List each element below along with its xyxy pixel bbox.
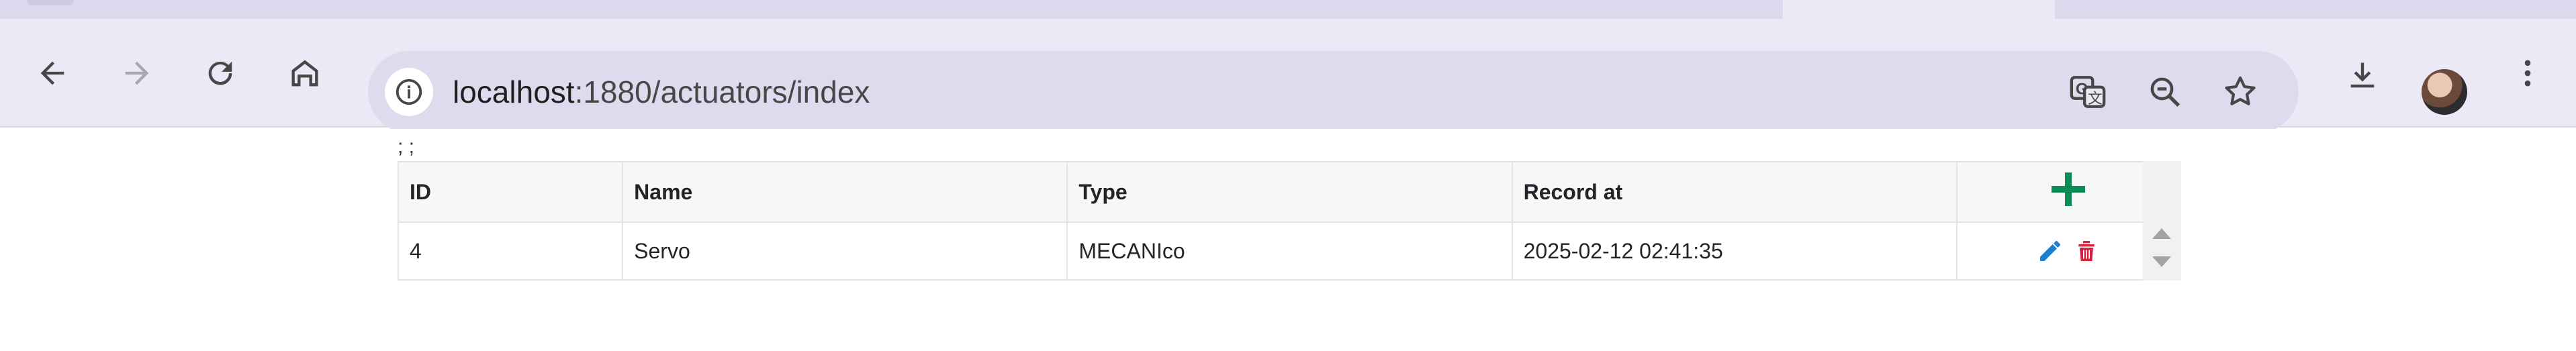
bookmark-star-icon — [2225, 76, 2256, 105]
header-name: Name — [622, 161, 1068, 223]
stray-text: ; ; — [398, 136, 415, 158]
back-button[interactable] — [35, 56, 70, 91]
header-record-at: Record at — [1511, 161, 1958, 223]
reload-button[interactable] — [203, 56, 238, 91]
home-icon — [291, 60, 318, 87]
add-button[interactable] — [2048, 169, 2088, 209]
table-row: 4 Servo MECANIco 2025-02-12 02:41:35 — [397, 221, 2182, 281]
edit-icon — [2040, 241, 2061, 261]
add-icon — [2052, 172, 2086, 206]
address-bar[interactable]: localhost:1880/actuators/index G文 — [368, 51, 2299, 133]
translate-icon: G文 — [2070, 76, 2106, 108]
site-info-button[interactable] — [385, 68, 433, 116]
tab[interactable] — [27, 0, 74, 5]
zoom-out-button[interactable] — [2144, 71, 2186, 113]
row-actions — [1968, 238, 2169, 264]
scroll-up-arrow[interactable] — [2152, 228, 2171, 239]
delete-icon — [2078, 241, 2095, 261]
download-icon — [2350, 62, 2375, 88]
site-info-icon — [396, 79, 422, 105]
menu-dots-icon — [2524, 60, 2531, 87]
zoom-out-icon — [2150, 77, 2180, 107]
home-button[interactable] — [287, 56, 322, 91]
forward-icon — [125, 61, 149, 85]
url-text[interactable]: localhost:1880/actuators/index — [453, 51, 870, 133]
table-scrollbar[interactable] — [2143, 161, 2181, 281]
cell-id: 4 — [397, 221, 624, 281]
delete-button[interactable] — [2073, 238, 2100, 264]
cell-type: MECANIco — [1066, 221, 1513, 281]
header-type: Type — [1066, 161, 1513, 223]
translate-button[interactable]: G文 — [2067, 71, 2109, 113]
active-tab[interactable] — [1783, 0, 2055, 19]
table-header-row: ID Name Type Record at — [397, 161, 2182, 223]
reload-icon — [208, 61, 232, 85]
back-icon — [40, 61, 64, 85]
scroll-down-arrow[interactable] — [2152, 256, 2171, 267]
downloads-button[interactable] — [2342, 56, 2383, 96]
browser-toolbar: localhost:1880/actuators/index G文 — [0, 19, 2576, 133]
header-id: ID — [397, 161, 624, 223]
svg-text:文: 文 — [2088, 91, 2103, 107]
tab-strip — [0, 0, 2576, 19]
url-host: localhost — [453, 74, 575, 109]
bookmark-button[interactable] — [2219, 71, 2261, 113]
page-content: ; ; ID Name Type Record at 4 Servo MECAN… — [0, 129, 2576, 351]
menu-button[interactable] — [2510, 56, 2545, 91]
cell-record-at: 2025-02-12 02:41:35 — [1511, 221, 1958, 281]
actuators-table: ID Name Type Record at 4 Servo MECANIco … — [397, 161, 2182, 281]
profile-avatar[interactable] — [2422, 69, 2467, 115]
cell-name: Servo — [622, 221, 1068, 281]
forward-button[interactable] — [120, 56, 154, 91]
url-path: :1880/actuators/index — [574, 74, 870, 109]
edit-button[interactable] — [2037, 238, 2064, 264]
